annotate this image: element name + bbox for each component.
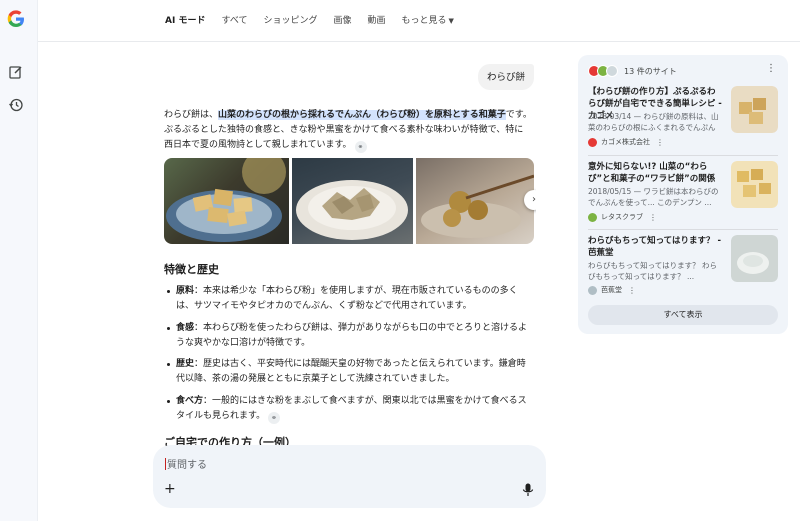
warabimochi-photo-2[interactable]	[291, 158, 413, 244]
source-snippet: 2018/05/15 — ワラビ餅は本わらびのでんぷんを使って... このデンプ…	[588, 187, 719, 207]
history-icon[interactable]	[8, 97, 24, 113]
list-item: 食感：本わらび粉を使ったわらび餅は、弾力がありながらも口の中でとろりと溶けるよう…	[164, 321, 532, 351]
answer-intro: わらび餅は、山菜のわらびの根から採れるでんぷん（わらび粉）を原料とする和菓子です…	[164, 108, 532, 153]
tab-more[interactable]: もっと見る ▼	[402, 13, 454, 26]
section-heading-features: 特徴と歴史	[164, 263, 219, 276]
chevron-right-icon: ›	[532, 194, 536, 205]
show-all-button[interactable]: すべて表示	[588, 305, 778, 325]
more-options-icon[interactable]: ⋮	[628, 286, 636, 295]
source-card[interactable]: 【わらび餅の作り方】ぷるぷるわらび餅が自宅でできる簡単レシピ - カゴメ 202…	[588, 86, 778, 151]
source-title[interactable]: 意外に知らない!? 山菜の“わらび”と和菓子の“ワラビ餅”の関係	[588, 161, 722, 185]
bullet-term: 食感	[176, 323, 195, 333]
bullet-text: ：本わらび粉を使ったわらび餅は、弾力がありながらも口の中でとろりと溶けるような爽…	[176, 323, 528, 348]
source-site-name: レタスクラブ	[601, 213, 643, 221]
text-caret	[165, 458, 166, 470]
source-thumbnail	[731, 161, 778, 208]
chevron-down-icon: ▼	[448, 17, 454, 25]
source-card[interactable]: 意外に知らない!? 山菜の“わらび”と和菓子の“ワラビ餅”の関係 2018/05…	[588, 161, 778, 226]
tab-images[interactable]: 画像	[333, 13, 351, 26]
tab-shopping[interactable]: ショッピング	[263, 13, 317, 26]
tab-videos[interactable]: 動画	[368, 13, 386, 26]
bullet-term: 原料	[176, 286, 195, 296]
bullet-term: 食べ方	[176, 396, 204, 406]
photo-3-drawing	[420, 174, 534, 238]
source-card[interactable]: わらびもちって知ってはります？ - 芭蕉堂 わらびもちって知ってはります？ わら…	[588, 235, 778, 295]
more-options-icon[interactable]: ⋮	[656, 138, 664, 147]
sources-panel: 13 件のサイト ⋮ 【わらび餅の作り方】ぷるぷるわらび餅が自宅でできる簡単レシ…	[578, 55, 788, 334]
tab-all[interactable]: すべて	[221, 13, 247, 26]
list-item: 原料：本来は希少な「本わらび粉」を使用しますが、現在市販されているものの多くは、…	[164, 284, 532, 314]
bullet-term: 歴史	[176, 359, 195, 369]
bullet-text: ：本来は希少な「本わらび粉」を使用しますが、現在市販されているものの多くは、サツ…	[176, 286, 518, 311]
google-logo[interactable]	[6, 9, 26, 29]
bashodo-favicon-icon	[606, 65, 618, 77]
more-options-icon[interactable]: ⋮	[649, 213, 657, 222]
source-site-name: カゴメ株式会社	[601, 138, 650, 146]
tab-ai-mode[interactable]: AI モード	[165, 13, 205, 26]
intro-prefix: わらび餅は、	[164, 110, 219, 120]
source-link-icon[interactable]: ⚭	[268, 412, 281, 424]
question-input[interactable]: 質問する	[165, 456, 207, 471]
list-item: 食べ方：一般的にはきな粉をまぶして食べますが、関東以北では黒蜜をかけて食べるスタ…	[164, 394, 532, 424]
tab-more-label: もっと見る	[401, 16, 447, 26]
warabimochi-photo-1[interactable]	[164, 158, 289, 244]
question-composer[interactable]: 質問する +	[153, 445, 546, 508]
source-favicons	[588, 64, 622, 78]
photo-2-drawing	[295, 180, 408, 240]
top-navigation: AI モード すべて ショッピング 画像 動画 もっと見る ▼	[38, 0, 800, 42]
source-thumbnail	[731, 235, 778, 282]
source-title[interactable]: わらびもちって知ってはります？ - 芭蕉堂	[588, 235, 722, 259]
left-rail	[0, 0, 38, 521]
image-carousel	[164, 158, 534, 244]
bashodo-logo-icon	[588, 285, 597, 295]
bullet-text: ：歴史は古く、平安時代には醍醐天皇の好物であったと伝えられています。鎌倉時代以降…	[176, 359, 526, 384]
bullet-text: ：一般的にはきな粉をまぶして食べますが、関東以北では黒蜜をかけて食べるスタイルも…	[176, 396, 527, 421]
card-divider	[588, 155, 778, 156]
source-snippet: わらびもちって知ってはります？ わらびもちって知ってはります？ ...	[588, 261, 717, 281]
list-item: 歴史：歴史は古く、平安時代には醍醐天皇の好物であったと伝えられています。鎌倉時代…	[164, 357, 532, 387]
source-site: カゴメ株式会社 ⋮	[588, 137, 664, 147]
source-thumbnail	[731, 86, 778, 133]
card-divider	[588, 229, 778, 230]
intro-highlight: 山菜のわらびの根から採れるでんぷん（わらび粉）を原料とする和菓子	[218, 110, 506, 120]
source-site: レタスクラブ ⋮	[588, 212, 657, 222]
warabimochi-photo-3[interactable]	[415, 158, 534, 244]
microphone-icon[interactable]	[522, 483, 534, 497]
new-chat-icon[interactable]	[8, 64, 24, 80]
source-count: 13 件のサイト	[624, 66, 677, 76]
sources-header: 13 件のサイト	[588, 64, 677, 78]
kagome-logo-icon	[588, 137, 597, 147]
source-site: 芭蕉堂 ⋮	[588, 285, 636, 295]
more-options-icon[interactable]: ⋮	[766, 63, 776, 74]
question-placeholder: 質問する	[167, 460, 207, 471]
photo-1-drawing	[166, 158, 286, 242]
search-mode-tabs: AI モード すべて ショッピング 画像 動画 もっと見る ▼	[165, 13, 454, 26]
add-attachment-icon[interactable]: +	[164, 481, 176, 497]
source-site-name: 芭蕉堂	[601, 286, 622, 294]
lettuceclub-logo-icon	[588, 212, 597, 222]
source-link-icon[interactable]: ⚭	[354, 141, 367, 153]
user-query-bubble: わらび餅	[477, 64, 534, 90]
